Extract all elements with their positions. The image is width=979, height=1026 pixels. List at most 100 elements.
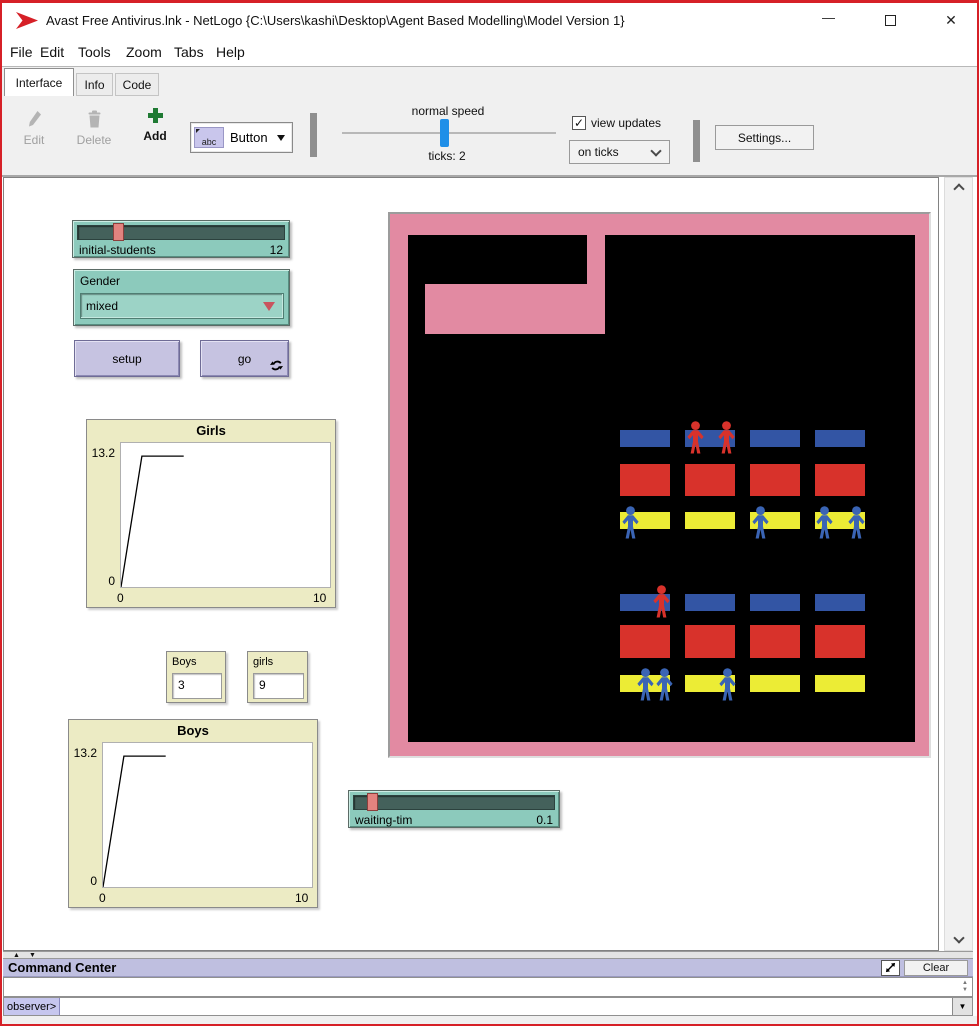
command-center-input-row: observer> ▼ — [3, 997, 973, 1016]
slider-waiting-tim[interactable]: waiting-tim 0.1 — [348, 790, 560, 828]
scroll-down-button[interactable] — [945, 930, 972, 949]
chooser-value: mixed — [86, 299, 118, 313]
maximize-icon — [885, 15, 896, 26]
tab-code[interactable]: Code — [115, 73, 159, 96]
setup-button[interactable]: setup — [74, 340, 180, 377]
menu-bar: File Edit Tools Zoom Tabs Help — [2, 38, 977, 66]
world-view[interactable] — [388, 212, 931, 758]
delete-label: Delete — [70, 133, 118, 147]
speed-slider-label: normal speed — [392, 104, 504, 118]
y-max-tick: 13.2 — [92, 446, 115, 460]
edit-label: Edit — [16, 133, 52, 147]
update-mode-value: on ticks — [578, 145, 619, 159]
monitor-girls: girls 9 — [247, 651, 308, 703]
history-arrow-icon: ▼ — [959, 1002, 967, 1011]
plot-boys: Boys 13.2 0 0 10 — [68, 719, 318, 908]
view-updates-label: view updates — [591, 116, 661, 130]
seat-patch — [815, 675, 865, 692]
maximize-button[interactable] — [868, 3, 913, 38]
menu-zoom[interactable]: Zoom — [122, 42, 166, 62]
y-max-tick: 13.2 — [74, 746, 97, 760]
splitter-up-icon[interactable]: ▲ — [13, 952, 20, 959]
seat-patch — [750, 625, 800, 658]
monitor-value: 9 — [253, 673, 304, 699]
world-background — [408, 235, 915, 742]
menu-file[interactable]: File — [6, 42, 37, 62]
seat-patch — [620, 625, 670, 658]
chooser-arrow-icon — [263, 302, 275, 311]
y-min-tick: 0 — [108, 574, 115, 588]
tab-strip: Interface Info Code — [2, 66, 977, 96]
slider-track[interactable] — [353, 795, 555, 810]
tab-info[interactable]: Info — [76, 73, 113, 96]
command-center-output[interactable]: ▲ ▼ — [3, 977, 973, 997]
monitor-label: girls — [253, 656, 273, 668]
popout-button[interactable] — [881, 960, 900, 976]
menu-edit[interactable]: Edit — [36, 42, 68, 62]
menu-tabs[interactable]: Tabs — [170, 42, 208, 62]
tab-interface[interactable]: Interface — [4, 68, 74, 97]
minimize-icon: — — [822, 10, 835, 25]
slider-thumb[interactable] — [367, 793, 378, 811]
command-input[interactable] — [60, 998, 952, 1015]
output-scroll-down-icon[interactable]: ▼ — [962, 987, 968, 994]
close-button[interactable]: ✕ — [926, 3, 976, 38]
clear-button[interactable]: Clear — [904, 960, 968, 976]
seat-patch — [815, 464, 865, 496]
menu-tools[interactable]: Tools — [74, 42, 115, 62]
setup-label: setup — [112, 352, 141, 366]
monitor-boys: Boys 3 — [166, 651, 226, 703]
scroll-up-button[interactable] — [945, 179, 972, 198]
update-mode-dropdown[interactable]: on ticks — [569, 140, 670, 164]
view-updates-checkbox[interactable]: ✓ view updates — [572, 116, 661, 130]
plot-area — [102, 742, 313, 888]
chooser-dropdown[interactable]: mixed — [80, 293, 284, 319]
dropdown-arrow-icon — [277, 135, 285, 141]
classroom-wall — [425, 284, 605, 334]
seat-patch — [750, 594, 800, 611]
student-agent — [635, 668, 656, 704]
seat-patch — [815, 625, 865, 658]
widget-type-value: Button — [230, 130, 268, 145]
ticks-counter: ticks: 2 — [402, 149, 492, 163]
toolbar-separator-2 — [693, 120, 700, 162]
output-scroll-up-icon[interactable]: ▲ — [962, 980, 968, 987]
settings-button[interactable]: Settings... — [715, 125, 814, 150]
seat-patch — [685, 625, 735, 658]
student-agent — [620, 506, 641, 542]
command-center-splitter[interactable]: ▲ ▼ — [3, 951, 973, 959]
plus-icon — [147, 107, 164, 124]
forever-icon — [270, 359, 283, 372]
history-dropdown-button[interactable]: ▼ — [952, 998, 972, 1015]
vertical-scrollbar[interactable] — [944, 177, 973, 951]
plot-area — [120, 442, 331, 588]
chooser-label: Gender — [80, 274, 120, 288]
chooser-gender[interactable]: Gender mixed — [73, 269, 290, 326]
student-agent — [750, 506, 771, 542]
settings-label: Settings... — [738, 131, 791, 145]
student-agent — [717, 668, 738, 704]
add-label: Add — [138, 129, 172, 143]
slider-track[interactable] — [77, 225, 285, 240]
minimize-button[interactable]: — — [806, 3, 851, 38]
command-center-title: Command Center — [3, 960, 116, 975]
chevron-up-icon — [953, 183, 964, 194]
seat-patch — [815, 430, 865, 447]
plot-line-girls — [121, 443, 330, 587]
slider-thumb[interactable] — [113, 223, 124, 241]
seat-patch — [620, 464, 670, 496]
seat-patch — [750, 430, 800, 447]
go-button[interactable]: go — [200, 340, 289, 377]
chevron-down-icon — [650, 145, 661, 156]
delete-widget-button[interactable]: Delete — [70, 110, 118, 147]
speed-slider-thumb[interactable] — [440, 119, 449, 147]
menu-help[interactable]: Help — [212, 42, 249, 62]
slider-initial-students[interactable]: initial-students 12 — [72, 220, 290, 258]
edit-widget-button[interactable]: Edit — [16, 110, 52, 147]
seat-patch — [750, 464, 800, 496]
widget-type-dropdown[interactable]: abc Button — [190, 122, 293, 153]
speed-slider-track[interactable] — [342, 132, 556, 134]
add-widget-button[interactable]: Add — [138, 107, 172, 143]
splitter-down-icon[interactable]: ▼ — [29, 952, 36, 959]
slider-label: initial-students — [79, 243, 156, 257]
